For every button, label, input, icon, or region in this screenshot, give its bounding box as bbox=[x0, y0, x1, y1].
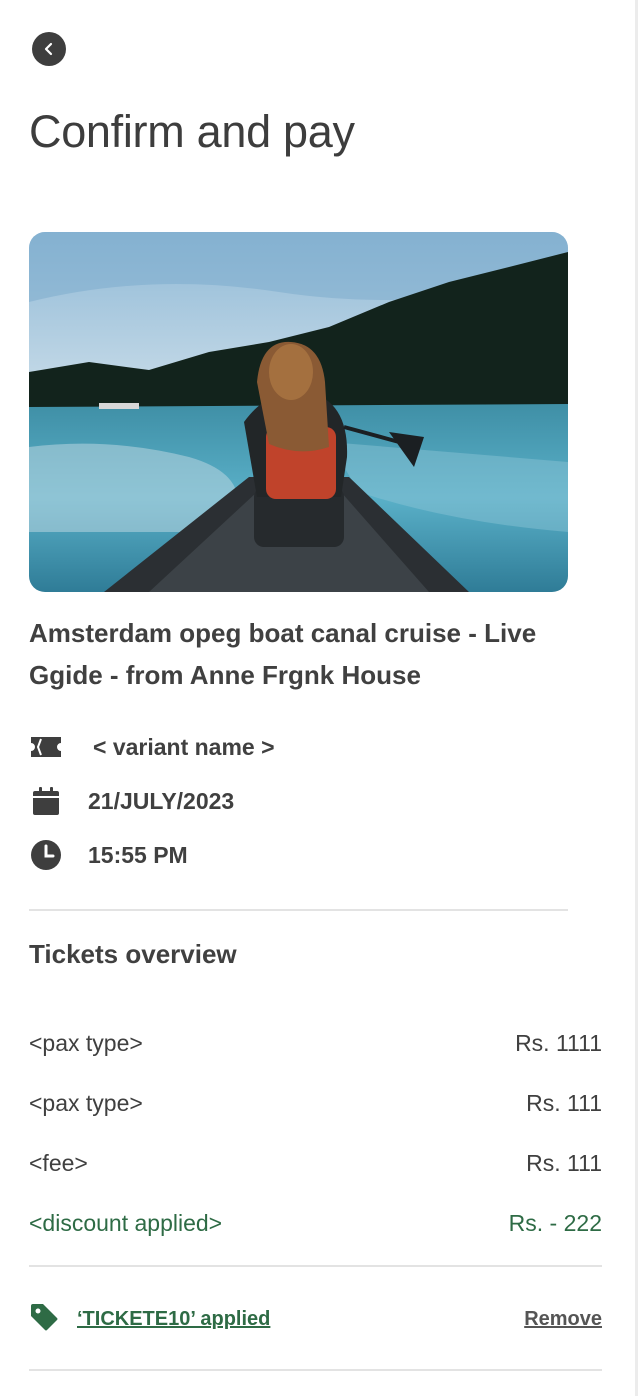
page-title: Confirm and pay bbox=[29, 106, 355, 157]
line-item-price: Rs. 111 bbox=[526, 1150, 602, 1176]
line-item-price: Rs. 111 bbox=[526, 1090, 602, 1116]
line-item-label: <discount applied> bbox=[29, 1210, 223, 1236]
line-item-discount: <discount applied> Rs. - 222 bbox=[29, 1210, 602, 1237]
section-divider bbox=[29, 1265, 602, 1267]
section-divider bbox=[29, 909, 568, 911]
ticket-icon bbox=[29, 730, 63, 764]
variant-name: < variant name > bbox=[93, 733, 275, 760]
tour-date: 21/JULY/2023 bbox=[88, 787, 235, 814]
line-item-label: <fee> bbox=[29, 1150, 88, 1176]
back-button[interactable] bbox=[32, 32, 66, 66]
line-item-pax-1: <pax type> Rs. 1111 bbox=[29, 1030, 602, 1057]
chevron-left-icon bbox=[44, 42, 53, 56]
line-item-label: <pax type> bbox=[29, 1090, 143, 1116]
promo-code-row: ‘TICKETE10’ applied Remove bbox=[29, 1302, 602, 1337]
line-item-price: Rs. 1111 bbox=[515, 1030, 602, 1056]
product-image bbox=[29, 232, 568, 592]
tag-icon bbox=[29, 1302, 59, 1337]
remove-promo-button[interactable]: Remove bbox=[524, 1308, 602, 1331]
clock-icon bbox=[29, 838, 63, 872]
section-divider bbox=[29, 1369, 602, 1371]
tickets-overview-title: Tickets overview bbox=[29, 939, 237, 969]
time-row: 15:55 PM bbox=[29, 838, 188, 872]
line-item-fee: <fee> Rs. 111 bbox=[29, 1150, 602, 1177]
calendar-icon bbox=[29, 784, 63, 818]
product-title: Amsterdam opeg boat canal cruise - Live … bbox=[29, 618, 537, 690]
variant-row: < variant name > bbox=[29, 730, 275, 764]
tour-time: 15:55 PM bbox=[88, 841, 188, 868]
date-row: 21/JULY/2023 bbox=[29, 784, 234, 818]
line-item-pax-2: <pax type> Rs. 111 bbox=[29, 1090, 602, 1117]
line-item-price: Rs. - 222 bbox=[508, 1210, 602, 1236]
line-item-label: <pax type> bbox=[29, 1030, 143, 1056]
promo-code-applied[interactable]: ‘TICKETE10’ applied bbox=[77, 1308, 270, 1331]
